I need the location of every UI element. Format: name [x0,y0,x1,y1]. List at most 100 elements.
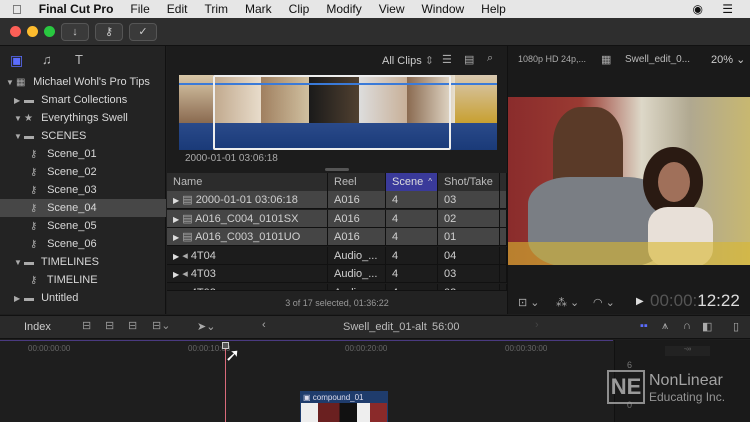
overwrite-clip-icon[interactable]: ⊟⌄ [152,319,170,332]
keyword-icon: ⚷ [30,239,38,250]
selection-status: 3 of 17 selected, 01:36:22 [167,290,507,314]
audio-skimming-icon[interactable]: ⩚ [662,320,668,333]
sidebar-item[interactable]: ▶ ▬ Untitled [0,289,166,307]
expand-triangle-icon[interactable]: ▶ [173,252,179,261]
close-button[interactable] [10,26,21,37]
header-shot-take[interactable]: Shot/Take [438,173,500,191]
table-row[interactable]: ▶ ▤ A016_C004_0101SX A016 4 02 [167,209,507,228]
menu-mark[interactable]: Mark [245,2,272,16]
header-scene[interactable]: Scene ^ [386,173,438,191]
expand-triangle-icon[interactable]: ▶ [173,215,179,224]
libraries-icon[interactable]: ▣ [10,52,23,69]
table-row[interactable]: ▶ ◂ 4T04 Audio_... 4 04 [167,246,507,265]
disclosure-triangle-icon[interactable]: ▶ [14,290,24,308]
titles-generators-icon[interactable]: T [75,52,83,67]
menu-window[interactable]: Window [421,2,464,16]
retime-dropdown[interactable]: ◠ ⌄ [593,296,615,309]
disclosure-triangle-icon[interactable]: ▼ [14,254,24,272]
clip-name: 4T03 [190,268,216,280]
transform-dropdown[interactable]: ⊡ ⌄ [518,296,540,309]
append-clip-icon[interactable]: ⊟ [128,319,137,332]
back-button[interactable]: ‹ [262,319,266,331]
import-button[interactable]: ↓ [61,23,89,41]
menu-trim[interactable]: Trim [204,2,228,16]
minimize-button[interactable] [27,26,38,37]
filmstrip-view-icon[interactable]: ▤ [464,53,474,66]
clip-appearance-icon[interactable]: ☰ [442,53,452,66]
header-name[interactable]: Name [167,173,328,191]
sidebar-item[interactable]: ▶ ▬ Smart Collections [0,91,166,109]
menu-modify[interactable]: Modify [326,2,361,16]
sidebar-item[interactable]: ⚷ TIMELINE [0,271,166,289]
table-row[interactable]: ▶ ▤ 2000-01-01 03:06:18 A016 4 03 [167,191,507,209]
menu-view[interactable]: View [379,2,405,16]
app-menu[interactable]: Final Cut Pro [39,2,114,16]
timecode-display[interactable]: 00:00:12:22 [650,291,740,311]
keyword-icon: ⚷ [30,149,38,160]
audio-meters-icon[interactable]: ▯ [733,320,739,333]
snapping-icon[interactable]: ◧ [702,320,712,333]
sidebar-item[interactable]: ▼ ★ Everythings Swell [0,109,166,127]
video-clip-icon: ▤ [182,231,193,243]
expand-triangle-icon[interactable]: ▶ [173,233,179,242]
forward-button[interactable]: › [535,319,539,331]
project-icon: ▦ [601,54,612,66]
enhance-dropdown[interactable]: ⁂ ⌄ [556,296,579,309]
sidebar-item-label: Smart Collections [41,94,128,106]
sidebar-item[interactable]: ▼ ▦ Michael Wohl's Pro Tips [0,73,166,91]
menu-file[interactable]: File [130,2,149,16]
keyword-button[interactable]: ⚷ [95,23,123,41]
sidebar-item[interactable]: ⚷ Scene_06 [0,235,166,253]
cell-d [500,191,507,209]
disclosure-triangle-icon[interactable]: ▼ [6,74,16,92]
search-icon[interactable]: ⌕ [487,52,493,65]
table-row[interactable]: ▶ ▤ A016_C003_0101UO A016 4 01 [167,228,507,246]
sidebar-item[interactable]: ⚷ Scene_05 [0,217,166,235]
timeline-clip[interactable]: ▣ compound_01 [300,391,388,422]
sidebar-item[interactable]: ⚷ Scene_04 [0,199,166,217]
timecode-value: 12:22 [697,291,740,310]
user-icon[interactable]: ◉ [693,2,703,16]
menu-help[interactable]: Help [481,2,506,16]
header-d[interactable]: D [500,173,507,191]
sidebar-item[interactable]: ▼ ▬ SCENES [0,127,166,145]
select-tool-icon[interactable]: ➤⌄ [197,320,215,333]
menu-extras-icon[interactable]: ☰ [722,2,733,16]
filmstrip[interactable] [179,75,497,150]
zoom-dropdown[interactable]: 20% ⌄ [711,53,745,66]
table-row[interactable]: ▶ ◂ 4T03 Audio_... 4 03 [167,265,507,283]
cell-reel: A016 [328,228,386,246]
clip-name: A016_C003_0101UO [195,231,301,243]
header-reel[interactable]: Reel [328,173,386,191]
clip-appearance-icon[interactable]: ▪▪ [640,320,648,332]
disclosure-triangle-icon[interactable]: ▶ [14,92,24,110]
apple-menu[interactable]:  [12,2,22,17]
selection-range[interactable] [213,75,451,150]
header-scene-label: Scene [392,176,424,188]
headphones-icon[interactable]: ∩ [683,320,691,332]
background-tasks-button[interactable]: ✓ [129,23,157,41]
expand-triangle-icon[interactable]: ▶ [173,270,179,279]
insert-clip-icon[interactable]: ⊟ [105,319,114,332]
disclosure-triangle-icon[interactable]: ▼ [14,110,24,128]
index-button[interactable]: Index [24,321,51,333]
resize-handle[interactable] [325,168,349,171]
play-button[interactable]: ▶ [636,296,644,307]
cell-reel: A016 [328,191,386,209]
expand-triangle-icon[interactable]: ▶ [173,196,179,205]
disclosure-triangle-icon[interactable]: ▼ [14,128,24,146]
menu-clip[interactable]: Clip [289,2,310,16]
timeline-ruler[interactable]: 00:00:00:00 00:00:10:00 00:00:20:00 00:0… [0,340,613,356]
sidebar-item[interactable]: ⚷ Scene_03 [0,181,166,199]
sidebar-item[interactable]: ▼ ▬ TIMELINES [0,253,166,271]
cell-name: ▶ ▤ 2000-01-01 03:06:18 [167,191,328,209]
photos-audio-icon[interactable]: ♫ [42,52,52,67]
menu-edit[interactable]: Edit [167,2,188,16]
zoom-button[interactable] [44,26,55,37]
sidebar-item[interactable]: ⚷ Scene_01 [0,145,166,163]
connect-clip-icon[interactable]: ⊟ [82,319,91,332]
sidebar-item-label: Scene_06 [47,238,97,250]
folder-icon: ▬ [24,257,34,268]
sidebar-item[interactable]: ⚷ Scene_02 [0,163,166,181]
clip-filter-dropdown[interactable]: All Clips ⇕ [382,54,434,67]
